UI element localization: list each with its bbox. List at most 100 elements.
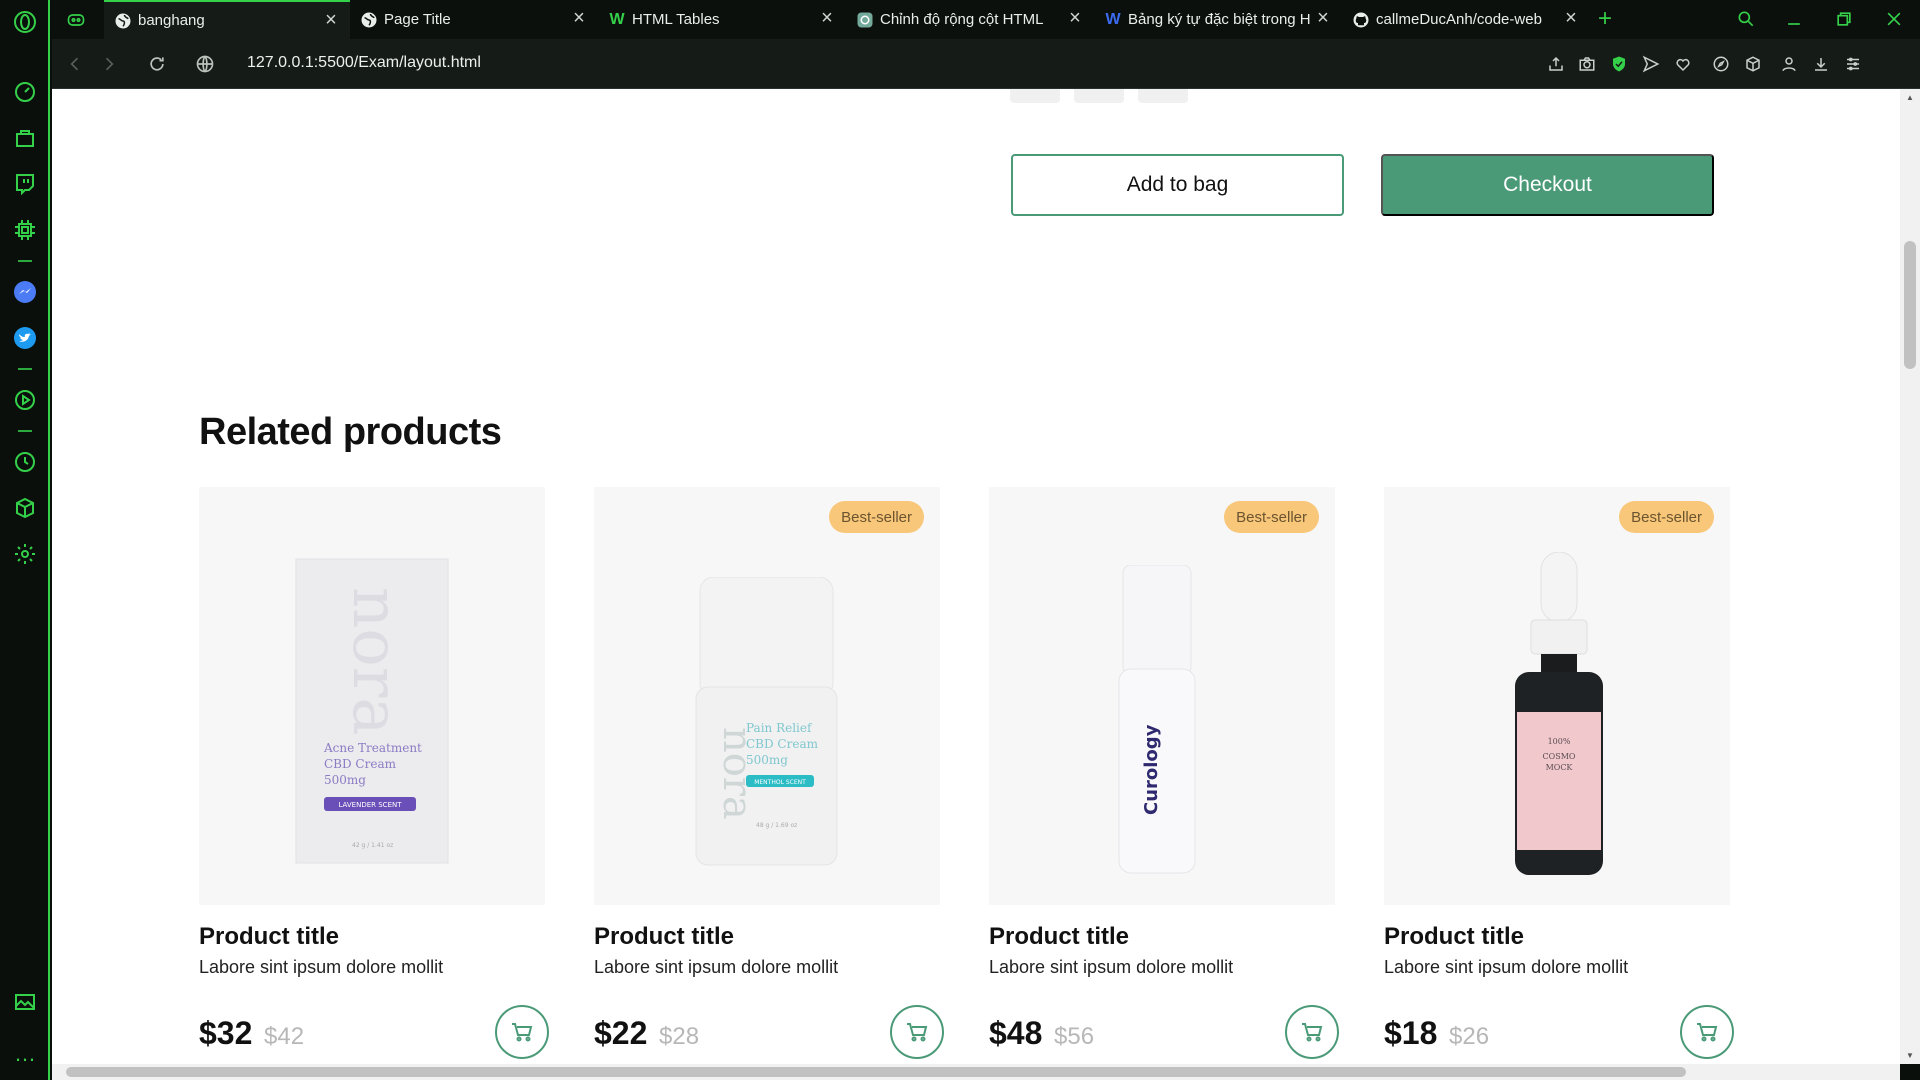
chatgpt-icon [856,11,874,29]
opera-sidebar: … [0,0,50,1080]
scroll-up-arrow-icon[interactable]: ▲ [1905,93,1915,102]
product-image[interactable]: Best-seller 100% COSMO MOCK [1384,487,1730,905]
variant-swatch[interactable] [1010,89,1060,103]
more-icon[interactable]: … [11,1040,39,1068]
dropper-bottle-image: 100% COSMO MOCK [1515,552,1603,875]
product-image[interactable]: nora Acne Treatment CBD Cream 500mg LAVE… [199,487,545,905]
vertical-scrollbar[interactable]: ▲ ▼ [1900,89,1920,1064]
tab-label: Chỉnh độ rộng cột HTML [880,11,1044,28]
cart-icon [1302,1023,1323,1042]
product-title[interactable]: Product title [989,923,1129,951]
extensions-cube-icon[interactable] [11,494,39,522]
product-old-price: $42 [264,1023,305,1050]
scroll-down-arrow-icon[interactable]: ▼ [1905,1051,1915,1060]
image-text: MOCK [1546,763,1574,772]
tab-bang-ky-tu[interactable]: W Bảng ký tự đặc biệt trong H × [1094,0,1342,39]
site-info-icon[interactable] [192,51,218,77]
tab-github[interactable]: callmeDucAnh/code-web × [1342,0,1590,39]
reload-icon[interactable] [144,51,170,77]
product-old-price: $26 [1449,1023,1490,1050]
speed-dial-icon[interactable] [11,78,39,106]
close-tab-icon[interactable]: × [818,8,836,28]
product-price: $22 [594,1015,648,1051]
workspace-icon[interactable] [66,0,96,39]
horizontal-scrollbar[interactable] [52,1064,1900,1080]
variant-swatch[interactable] [1074,89,1124,103]
product-title[interactable]: Product title [199,923,339,951]
nora-jar-image: nora Pain Relief CBD Cream 500mg MENTHOL… [695,577,838,866]
image-text: Curology [1141,724,1162,815]
history-icon[interactable] [11,448,39,476]
settings-gear-icon[interactable] [11,540,39,568]
snapshot-camera-icon[interactable] [1576,53,1598,75]
messenger-icon[interactable] [11,278,39,306]
forward-icon[interactable] [96,51,122,77]
share-icon[interactable] [1545,53,1567,75]
tab-label: HTML Tables [632,11,720,28]
address-bar: 127.0.0.1:5500/Exam/layout.html [52,39,1920,89]
product-image[interactable]: Best-seller nora Pain Relief CBD Cream 5… [594,487,940,905]
tab-bar: banghang × Page Title × W HTML Tables × … [52,0,1920,39]
product-image[interactable]: Best-seller Curology [989,487,1335,905]
add-to-cart-button[interactable] [890,1005,944,1059]
best-seller-badge: Best-seller [1224,501,1319,533]
new-tab-icon[interactable]: + [1590,5,1620,32]
curology-bottle-image: Curology [1118,565,1196,874]
close-tab-icon[interactable]: × [570,8,588,28]
add-to-cart-button[interactable] [495,1005,549,1059]
product-title[interactable]: Product title [1384,923,1524,951]
aria-compass-icon[interactable] [1710,53,1732,75]
close-tab-icon[interactable]: × [322,10,340,30]
related-products-heading: Related products [199,411,502,453]
vpn-shield-icon[interactable] [1608,53,1630,75]
back-icon[interactable] [62,51,88,77]
send-icon[interactable] [1640,53,1662,75]
download-icon[interactable] [1810,53,1832,75]
tab-banghang[interactable]: banghang × [104,0,350,39]
product-price: $48 [989,1015,1043,1051]
product-card[interactable]: Best-seller 100% COSMO MOCK Product titl… [1384,487,1734,1059]
easy-setup-icon[interactable] [1842,53,1864,75]
product-description: Labore sint ipsum dolore mollit [199,957,444,977]
tab-html-tables[interactable]: W HTML Tables × [598,0,846,39]
url-field[interactable]: 127.0.0.1:5500/Exam/layout.html [247,54,481,72]
product-description: Labore sint ipsum dolore mollit [989,957,1234,977]
variant-swatch[interactable] [1138,89,1188,103]
bookmark-heart-icon[interactable] [1672,53,1694,75]
player-icon[interactable] [11,386,39,414]
minimize-icon[interactable] [1779,6,1809,32]
close-window-icon[interactable] [1879,6,1909,32]
add-to-bag-button[interactable]: Add to bag [1011,154,1344,216]
best-seller-badge: Best-seller [829,501,924,533]
vertical-scroll-thumb[interactable] [1904,241,1916,369]
product-card[interactable]: Best-seller Curology Product title Labor… [989,487,1339,1059]
wallpaper-icon[interactable] [11,988,39,1016]
shopping-icon[interactable] [11,124,39,152]
twitch-icon[interactable] [11,170,39,198]
opera-logo-icon[interactable] [11,8,39,36]
tab-chinh-do-rong[interactable]: Chỉnh độ rộng cột HTML × [846,0,1094,39]
product-card[interactable]: nora Acne Treatment CBD Cream 500mg LAVE… [199,487,549,1059]
close-tab-icon[interactable]: × [1562,8,1580,28]
tab-label: banghang [138,12,205,29]
w-logo-icon: W [1105,10,1121,28]
restore-icon[interactable] [1829,6,1859,32]
image-text: CBD Cream [746,737,819,751]
product-title[interactable]: Product title [594,923,734,951]
w3schools-icon: W [609,10,625,28]
add-to-cart-button[interactable] [1680,1005,1734,1059]
image-text: 500mg [324,773,366,787]
search-tabs-icon[interactable] [1731,6,1761,32]
checkout-button[interactable]: Checkout [1381,154,1714,216]
close-tab-icon[interactable]: × [1066,8,1084,28]
add-to-cart-button[interactable] [1285,1005,1339,1059]
extensions-icon[interactable] [1742,53,1764,75]
profile-icon[interactable] [1778,53,1800,75]
product-card[interactable]: Best-seller nora Pain Relief CBD Cream 5… [594,487,944,1059]
image-text: 42 g / 1.41 oz [352,842,393,849]
close-tab-icon[interactable]: × [1314,8,1332,28]
tab-page-title[interactable]: Page Title × [350,0,598,39]
chip-icon[interactable] [11,216,39,244]
twitter-icon[interactable] [11,324,39,352]
horizontal-scroll-thumb[interactable] [66,1067,1686,1077]
